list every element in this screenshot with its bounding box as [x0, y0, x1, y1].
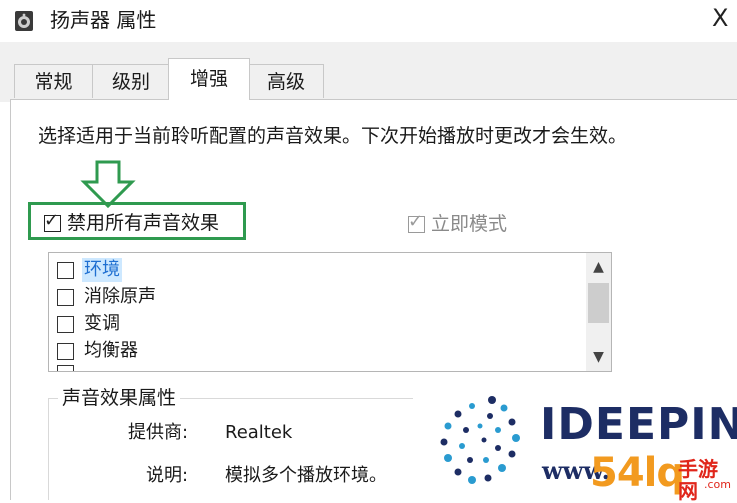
checkmark-icon: ✓ [44, 209, 60, 231]
enhancements-description: 选择适用于当前聆听配置的声音效果。下次开始播放时更改才会生效。 [38, 125, 628, 147]
effect-label: 消除原声 [84, 286, 156, 307]
list-item-equalizer[interactable]: 均衡器 [57, 338, 140, 364]
immediate-mode-checkbox[interactable]: ✓ 立即模式 [408, 211, 507, 237]
green-down-arrow-icon [80, 160, 136, 208]
checkmark-icon: ✓ [408, 210, 424, 232]
provider-value: Realtek [225, 422, 293, 443]
list-scrollbar[interactable]: ▲ ▼ [586, 253, 611, 371]
tab-levels[interactable]: 级别 [92, 64, 170, 98]
speaker-icon [15, 11, 33, 31]
window-title: 扬声器 属性 [50, 8, 157, 32]
effect-label: 环境 [82, 258, 122, 282]
tab-general[interactable]: 常规 [14, 64, 93, 98]
tab-advanced[interactable]: 高级 [248, 64, 324, 98]
immediate-mode-label: 立即模式 [431, 213, 508, 235]
effect-properties-title: 声音效果属性 [58, 385, 181, 411]
watermark-site-digits: 54lq [590, 450, 685, 496]
chevron-down-icon[interactable]: ▼ [586, 345, 611, 369]
effect-checkbox[interactable] [57, 288, 74, 306]
effect-checkbox[interactable] [57, 261, 74, 279]
effect-label: 均衡器 [84, 340, 138, 361]
effects-list[interactable]: 环境 消除原声 变调 均衡器 [48, 252, 612, 372]
checkbox-box[interactable]: ✓ [44, 210, 61, 232]
checkbox-box[interactable]: ✓ [408, 211, 425, 233]
close-button[interactable]: X [712, 4, 728, 32]
disable-all-effects-label: 禁用所有声音效果 [67, 212, 220, 234]
list-item-pitch-shift[interactable]: 变调 [57, 311, 122, 337]
provider-label: 提供商: [128, 422, 189, 443]
disable-all-effects-checkbox[interactable]: ✓ 禁用所有声音效果 [44, 210, 219, 236]
tab-enhancements[interactable]: 增强 [168, 58, 250, 100]
watermark-brand-text: IDEEPIN [540, 399, 737, 450]
list-item-environment[interactable]: 环境 [57, 257, 122, 283]
chevron-up-icon[interactable]: ▲ [586, 255, 611, 279]
effect-checkbox[interactable] [57, 315, 74, 333]
partial-list-item [57, 365, 74, 371]
effect-checkbox[interactable] [57, 342, 74, 360]
effect-label: 变调 [84, 313, 120, 334]
description-label: 说明: [146, 465, 189, 486]
watermark-swirl-logo [440, 396, 520, 484]
scroll-thumb[interactable] [588, 283, 609, 323]
title-bar: 扬声器 属性 X [0, 0, 737, 42]
list-item-vocal-removal[interactable]: 消除原声 [57, 284, 158, 310]
watermark-site-domain: .com [704, 478, 731, 491]
description-value: 模拟多个播放环境。 [225, 465, 387, 486]
